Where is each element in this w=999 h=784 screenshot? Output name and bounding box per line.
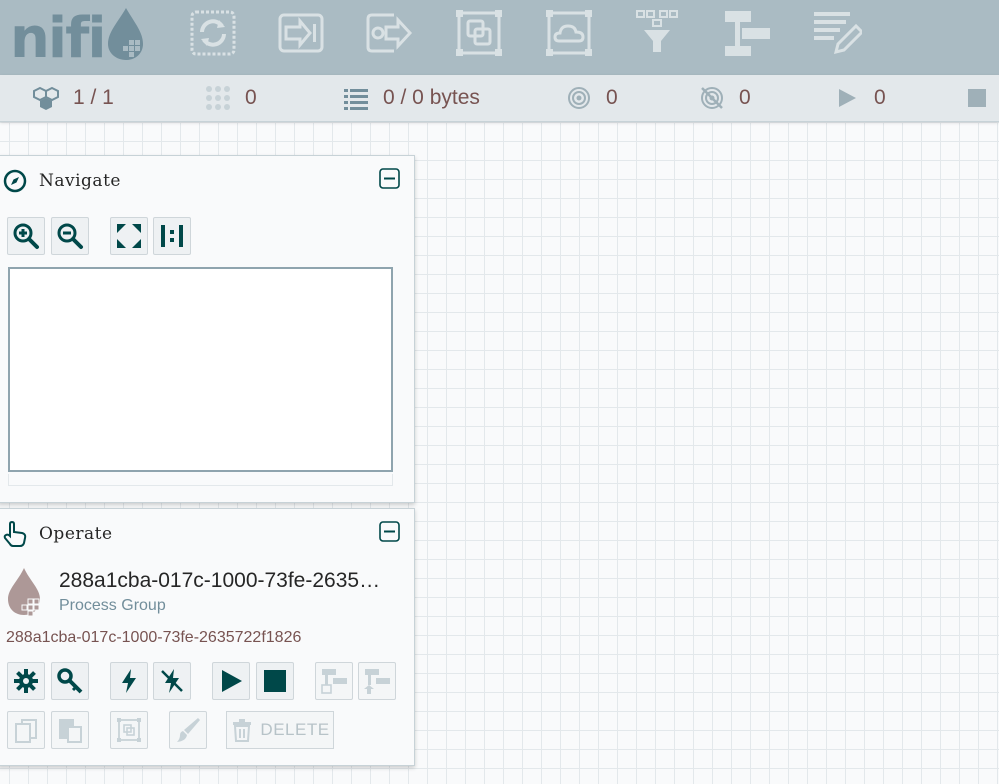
selection-name: 288a1cba-017c-1000-73fe-2635…: [59, 569, 381, 592]
create-template-icon: [321, 669, 347, 694]
transmitting-status: 0: [566, 75, 618, 121]
birdseye-scrollbar[interactable]: [8, 474, 393, 486]
input-port-icon: [278, 13, 324, 53]
cluster-icon: [33, 86, 59, 110]
running-count: 0: [874, 86, 886, 109]
collapse-operate-button[interactable]: [379, 521, 400, 542]
processor-icon: [190, 10, 236, 56]
template-icon: [725, 11, 770, 56]
navigate-title: Navigate: [39, 171, 121, 191]
paste-icon: [59, 719, 82, 743]
paint-brush-icon: [177, 718, 200, 742]
access-policies-button[interactable]: [51, 662, 89, 700]
birdseye-view[interactable]: [8, 267, 393, 472]
funnel-button[interactable]: [632, 8, 682, 58]
transmitting-count: 0: [606, 86, 618, 109]
process-group-drop-icon: [6, 565, 46, 617]
funnel-icon: [636, 10, 678, 52]
disable-button[interactable]: [153, 662, 191, 700]
operate-panel: Operate 288a1cba-017c-1000-73fe-2635… Pr…: [0, 508, 415, 766]
active-threads-count: 0: [245, 86, 257, 109]
svg-text:nifi: nifi: [10, 6, 105, 64]
create-template-button[interactable]: [315, 662, 353, 700]
template-button[interactable]: [722, 8, 772, 58]
navigate-panel: Navigate: [0, 155, 415, 503]
selection-type: Process Group: [59, 597, 166, 614]
output-port-button[interactable]: [364, 8, 414, 58]
top-toolbar: nifi: [0, 0, 999, 75]
lightning-icon: [122, 669, 136, 693]
selection-id: 288a1cba-017c-1000-73fe-2635722f1826: [6, 629, 302, 646]
processor-button[interactable]: [188, 8, 238, 58]
copy-icon: [15, 719, 37, 743]
list-icon: [344, 89, 368, 110]
fit-button[interactable]: [110, 217, 148, 255]
running-status: 0: [834, 75, 886, 121]
not-transmitting-count: 0: [739, 86, 751, 109]
delete-button[interactable]: DELETE: [226, 711, 334, 749]
cluster-count: 1 / 1: [73, 86, 114, 109]
collapse-navigate-button[interactable]: [379, 168, 400, 189]
zoom-in-button[interactable]: [7, 217, 45, 255]
input-port-button[interactable]: [276, 8, 326, 58]
gear-icon: [14, 669, 38, 693]
transmitting-icon: [568, 87, 590, 109]
configure-button[interactable]: [7, 662, 45, 700]
play-icon: [222, 670, 242, 692]
stop-icon: [968, 89, 986, 107]
threads-status: 0: [205, 75, 257, 121]
compass-icon: [3, 169, 27, 193]
zoom-in-icon: [13, 223, 39, 249]
threads-icon: [206, 86, 230, 110]
label-button[interactable]: [812, 8, 865, 58]
zoom-out-icon: [57, 223, 83, 249]
key-icon: [57, 668, 83, 694]
start-button[interactable]: [212, 662, 250, 700]
navigate-header: Navigate: [0, 156, 414, 206]
group-icon: [117, 718, 141, 742]
queued-status: 0 / 0 bytes: [343, 75, 480, 121]
upload-template-icon: [364, 669, 390, 694]
process-group-button[interactable]: [454, 8, 504, 58]
delete-label: DELETE: [260, 720, 330, 739]
queued-count: 0 / 0 bytes: [383, 86, 480, 109]
play-icon: [839, 89, 856, 107]
label-icon: [814, 12, 865, 55]
flow-status-bar: 1 / 1 0 0 / 0 bytes 0 0 0: [0, 75, 999, 122]
operate-title: Operate: [39, 524, 113, 544]
nifi-logo: nifi: [10, 2, 145, 71]
color-button[interactable]: [169, 711, 207, 749]
remote-process-group-button[interactable]: [544, 8, 594, 58]
stop-icon: [264, 670, 286, 692]
paste-button[interactable]: [51, 711, 89, 749]
upload-template-button[interactable]: [358, 662, 396, 700]
hand-pointer-icon: [3, 521, 27, 547]
fit-icon: [117, 224, 141, 248]
remote-process-group-icon: [546, 10, 592, 56]
cluster-status: 1 / 1: [33, 75, 114, 121]
stop-button[interactable]: [256, 662, 294, 700]
not-transmitting-status: 0: [699, 75, 751, 121]
trash-icon: [233, 719, 252, 742]
not-transmitting-icon: [701, 87, 723, 109]
group-button[interactable]: [110, 711, 148, 749]
stopped-status: [964, 75, 990, 121]
enable-button[interactable]: [110, 662, 148, 700]
process-group-icon: [456, 10, 502, 56]
lightning-slash-icon: [161, 669, 183, 693]
actual-size-button[interactable]: [153, 217, 191, 255]
copy-button[interactable]: [7, 711, 45, 749]
zoom-out-button[interactable]: [51, 217, 89, 255]
actual-size-icon: [161, 225, 183, 247]
output-port-icon: [366, 13, 413, 53]
operate-header: Operate: [0, 509, 414, 559]
